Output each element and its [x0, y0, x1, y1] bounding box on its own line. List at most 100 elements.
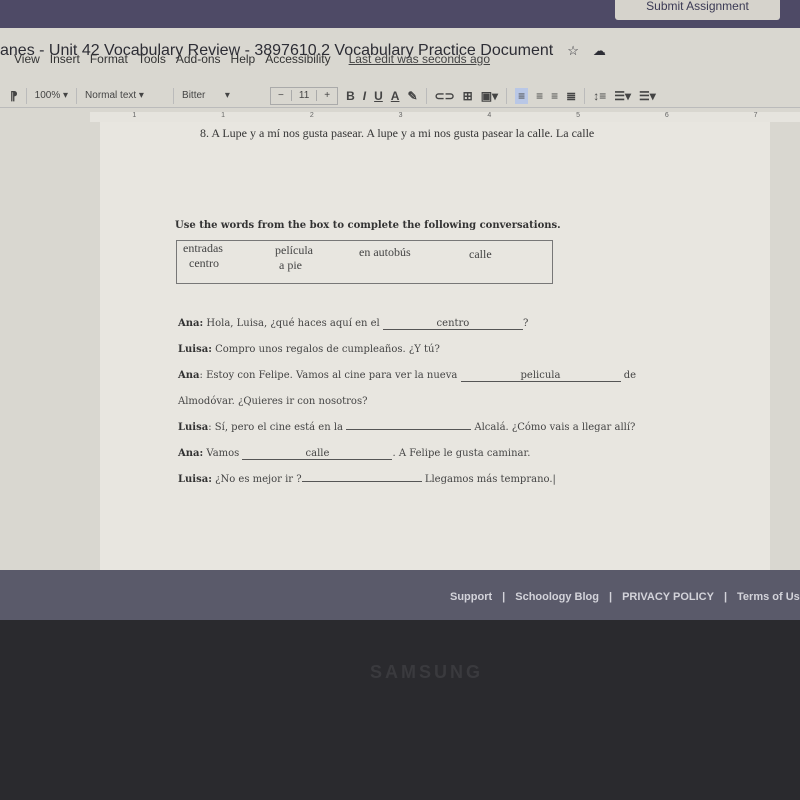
font-size-stepper[interactable]: −11 +	[270, 86, 339, 105]
style-select[interactable]: Normal text ▾	[85, 90, 165, 101]
menu-addons[interactable]: Add-ons	[176, 52, 221, 66]
conversation-line: Luisa: Compro unos regalos de cumpleaños…	[178, 344, 440, 355]
answer-blank[interactable]	[301, 481, 422, 482]
zoom-select[interactable]: 100% ▾	[35, 90, 68, 101]
browser-top-bar: Submit Assignment	[0, 0, 800, 28]
word-calle: calle	[469, 247, 492, 261]
line-text: Almodóvar. ¿Quieres ir con nosotros?	[178, 396, 368, 407]
instructions: Use the words from the box to complete t…	[175, 220, 561, 231]
justify-icon[interactable]: ≣	[566, 89, 576, 103]
separator: |	[502, 591, 506, 603]
ruler-mark: 7	[753, 112, 758, 119]
word-box: entradas centro película a pie en autobú…	[176, 240, 553, 284]
conversation-line: Ana: Hola, Luisa, ¿qué haces aquí en el …	[178, 318, 528, 330]
separator: |	[723, 591, 728, 603]
line-text: Vamos	[206, 448, 240, 459]
submit-assignment-button[interactable]: Submit Assignment	[615, 0, 780, 20]
word-en-autobus: en autobús	[359, 245, 411, 259]
italic-button[interactable]: I	[363, 89, 366, 103]
google-docs-window: anes - Unit 42 Vocabulary Review - 38976…	[0, 28, 800, 570]
line-text: ¿No es mejor ir ?	[215, 474, 302, 485]
word-entradas: entradas	[183, 241, 223, 255]
align-center-icon[interactable]: ≡	[536, 89, 543, 103]
privacy-policy-link[interactable]: PRIVACY POLICY	[622, 591, 714, 603]
bulleted-list-icon[interactable]: ☰▾	[639, 89, 656, 103]
line-text: Llegamos más temprano.	[424, 474, 553, 485]
conversation-line: Ana: Estoy con Felipe. Vamos al cine par…	[178, 370, 636, 382]
menu-view[interactable]: View	[14, 52, 40, 66]
last-edit-link[interactable]: Last edit was seconds ago	[349, 52, 490, 66]
increase-size-button[interactable]: +	[317, 90, 337, 101]
ruler-mark: 4	[487, 112, 492, 119]
support-link[interactable]: Support	[450, 591, 492, 603]
conversation-line: Ana: Vamos calle. A Felipe le gusta cami…	[178, 448, 530, 460]
font-select[interactable]: Bitter ▾	[182, 90, 262, 101]
word-centro: centro	[189, 256, 219, 270]
conversation-line: Almodóvar. ¿Quieres ir con nosotros?	[178, 396, 367, 407]
ruler-mark: 6	[664, 112, 669, 119]
menu-bar: View Insert Format Tools Add-ons Help Ac…	[14, 52, 490, 66]
speaker: Ana:	[178, 318, 204, 329]
toolbar: ⁋ 100% ▾ Normal text ▾ Bitter ▾ −11 + B I…	[0, 84, 800, 108]
menu-help[interactable]: Help	[231, 52, 256, 66]
speaker: Luisa:	[178, 344, 212, 355]
underline-button[interactable]: U	[374, 89, 383, 103]
zoom-value: 100%	[34, 90, 61, 101]
speaker: Ana	[178, 370, 200, 381]
font-size-input[interactable]: 11	[292, 90, 318, 101]
line-spacing-icon[interactable]: ↕≡	[593, 89, 606, 103]
document-page[interactable]: 8. A Lupe y a mí nos gusta pasear. A lup…	[100, 122, 770, 570]
line-text: ?	[522, 318, 529, 329]
text-cursor: |	[552, 474, 556, 485]
divider	[425, 87, 427, 104]
menu-accessibility[interactable]: Accessibility	[265, 52, 330, 66]
checklist-icon[interactable]: ☰▾	[614, 89, 631, 103]
cloud-status-icon: ☁	[592, 43, 606, 58]
divider	[76, 87, 78, 104]
schoology-blog-link[interactable]: Schoology Blog	[515, 591, 599, 603]
align-right-icon[interactable]: ≡	[551, 89, 558, 103]
link-icon[interactable]: ⊂⊃	[435, 89, 455, 103]
speaker: Luisa:	[178, 474, 212, 485]
comment-icon[interactable]: ⊞	[463, 89, 473, 103]
schoology-footer: Support | Schoology Blog | PRIVACY POLICY |…	[0, 570, 800, 620]
star-icon[interactable]: ☆	[567, 43, 579, 58]
menu-format[interactable]: Format	[90, 52, 128, 66]
answer-blank[interactable]: centro	[382, 318, 523, 330]
paint-format-icon[interactable]: ⁋	[10, 89, 18, 103]
answer-blank[interactable]	[346, 429, 472, 430]
answer-blank[interactable]: pelicula	[460, 370, 621, 382]
align-left-icon[interactable]: ≡	[515, 87, 529, 104]
text-color-button[interactable]: A	[391, 89, 400, 103]
menu-tools[interactable]: Tools	[138, 52, 166, 66]
speaker: Luisa	[178, 422, 209, 433]
font-value: Bitter	[182, 90, 206, 101]
ruler-mark: 2	[309, 112, 314, 119]
ruler[interactable]: 1 1 2 3 4 5 6 7	[90, 112, 800, 122]
terms-of-use-link[interactable]: Terms of Use	[737, 591, 800, 603]
line-text: Hola, Luisa, ¿qué haces aquí en el	[206, 318, 380, 329]
ruler-mark: 1	[132, 112, 137, 119]
divider	[25, 87, 27, 104]
ruler-mark: 3	[398, 112, 403, 119]
line-text: : Estoy con Felipe. Vamos al cine para v…	[199, 370, 458, 381]
line-text: : Sí, pero el cine está en la	[208, 422, 344, 433]
answer-blank[interactable]: calle	[242, 448, 393, 460]
menu-insert[interactable]: Insert	[50, 52, 80, 66]
word-pelicula: película	[275, 243, 313, 257]
line-text: Alcalá. ¿Cómo vais a llegar allí?	[474, 422, 636, 433]
highlight-icon[interactable]: ✎	[407, 89, 417, 103]
image-icon[interactable]: ▣▾	[481, 89, 498, 103]
divider	[584, 87, 586, 104]
divider	[506, 87, 508, 104]
line-text: . A Felipe le gusta caminar.	[392, 448, 531, 459]
ruler-mark: 5	[576, 112, 581, 119]
list-item-8: 8. A Lupe y a mí nos gusta pasear. A lup…	[200, 126, 595, 140]
decrease-size-button[interactable]: −	[271, 90, 292, 101]
conversation-line: Luisa: Sí, pero el cine está en la Alcal…	[178, 422, 635, 433]
ruler-mark: 1	[221, 112, 226, 119]
separator: |	[608, 591, 613, 603]
conversation-line: Luisa: ¿No es mejor ir ? Llegamos más te…	[178, 474, 556, 485]
line-text: de	[623, 370, 637, 381]
bold-button[interactable]: B	[346, 89, 355, 103]
